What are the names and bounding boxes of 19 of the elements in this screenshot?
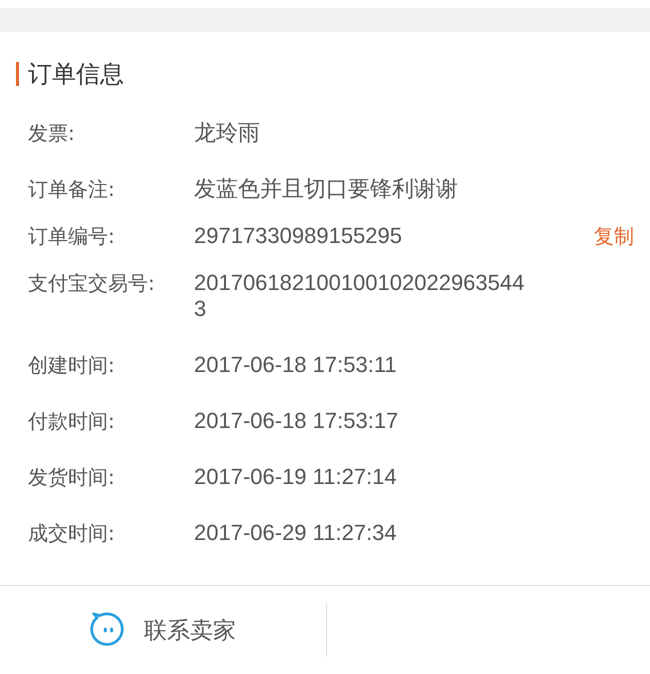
field-value: 2017-06-19 11:27:14 xyxy=(194,464,398,490)
chat-face-icon xyxy=(90,612,126,648)
field-value: 发蓝色并且切口要锋利谢谢 xyxy=(194,176,459,202)
accent-bar xyxy=(16,62,19,86)
field-label: 支付宝交易号: xyxy=(28,270,156,296)
field-label: 发票: xyxy=(28,120,76,146)
field-label: 成交时间: xyxy=(28,520,116,546)
field-label: 创建时间: xyxy=(28,352,116,378)
field-label: 订单备注: xyxy=(28,176,116,202)
field-value: 2017-06-18 17:53:11 xyxy=(194,352,398,378)
section-title: 订单信息 xyxy=(28,59,124,90)
field-label: 发货时间: xyxy=(28,464,116,490)
field-value: 2017-06-29 11:27:34 xyxy=(194,520,398,546)
field-label: 订单编号: xyxy=(28,223,116,249)
field-label: 付款时间: xyxy=(28,408,116,434)
field-value: 2017061821001001020229635443 xyxy=(194,270,526,322)
field-value: 2017-06-18 17:53:17 xyxy=(194,408,400,434)
field-value: 龙玲雨 xyxy=(194,120,261,146)
field-value: 29717330989155295 xyxy=(194,223,404,249)
